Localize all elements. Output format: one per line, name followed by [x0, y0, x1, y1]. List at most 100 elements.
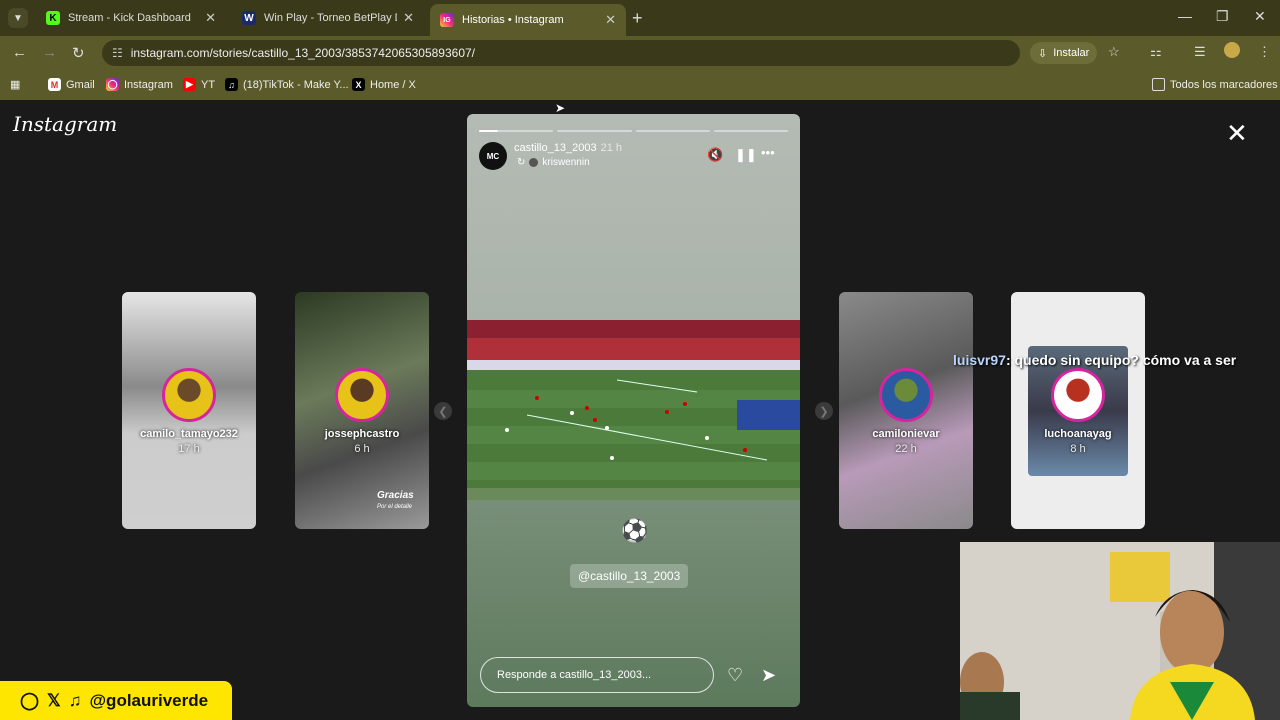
profile-avatar[interactable] [1224, 42, 1240, 58]
mention-sticker[interactable]: @castillo_13_2003 [570, 564, 689, 588]
story-preview[interactable]: camilo_tamayo232 17 h [122, 292, 256, 529]
folder-icon [1152, 78, 1165, 91]
mouse-cursor-icon: ➤ [555, 101, 566, 115]
story-preview[interactable]: luchoanayag 8 h [1011, 292, 1145, 529]
story-preview[interactable]: camilonievar 22 h [839, 292, 973, 529]
tab-title: Historias • Instagram [462, 14, 564, 26]
winplay-icon: W [242, 11, 256, 25]
minimize-icon[interactable]: — [1178, 8, 1192, 24]
close-icon[interactable]: ✕ [1226, 118, 1248, 149]
instagram-icon: ◯ [106, 78, 119, 91]
install-button[interactable]: ⇩ Instalar [1030, 42, 1098, 64]
webcam-image [960, 542, 1280, 720]
media-control-icon[interactable]: ☰ [1194, 44, 1206, 60]
bookmark-x[interactable]: X Home / X [352, 78, 416, 91]
story-username: luchoanayag [1044, 428, 1112, 440]
bookmark-label: Home / X [370, 78, 416, 91]
reload-icon[interactable]: ↻ [72, 44, 85, 62]
pause-icon[interactable]: ❚❚ [735, 147, 757, 163]
avatar[interactable]: MC [479, 142, 507, 170]
reply-input[interactable]: Responde a castillo_13_2003... [480, 657, 714, 693]
share-icon[interactable]: ➤ [761, 665, 776, 686]
story-username: camilonievar [872, 428, 940, 440]
close-tab-icon[interactable]: ✕ [205, 10, 216, 26]
bookmark-yt[interactable]: ▶ YT [183, 78, 215, 91]
pitch-image [467, 320, 800, 500]
webcam-overlay [960, 542, 1280, 720]
mute-icon[interactable]: 🔇 [707, 147, 723, 163]
story-preview[interactable]: jossephcastro 6 h Gracias Por el detalle [295, 292, 429, 529]
story-progress [479, 130, 788, 132]
instagram-icon: IG [440, 13, 454, 27]
tiktok-icon: ♫ [68, 690, 82, 710]
avatar [335, 368, 389, 422]
chat-text: : quedo sin equipo? cómo va a ser [1005, 352, 1237, 368]
bookmark-label: (18)TikTok - Make Y... [243, 78, 349, 91]
tab-bar: ▼ K Stream - Kick Dashboard ✕ W Win Play… [0, 0, 1280, 36]
new-tab-button[interactable]: + [632, 8, 643, 29]
kick-icon: K [46, 11, 60, 25]
story-time: 22 h [895, 443, 917, 455]
avatar [162, 368, 216, 422]
address-bar[interactable]: ☷ instagram.com/stories/castillo_13_2003… [102, 40, 1020, 66]
progress-segment [713, 130, 788, 132]
chat-message: luisvr97: quedo sin equipo? cómo va a se… [953, 352, 1236, 368]
more-options-icon[interactable]: ••• [761, 145, 775, 160]
bookmark-gmail[interactable]: M Gmail [48, 78, 95, 91]
close-tab-icon[interactable]: ✕ [403, 10, 414, 26]
story-viewer[interactable]: MC castillo_13_2003 21 h ↻ kriswennin 🔇 ❚… [467, 114, 800, 707]
gmail-icon: M [48, 78, 61, 91]
social-handle: @golauriverde [89, 690, 209, 710]
bookmark-star-icon[interactable]: ☆ [1108, 44, 1120, 60]
story-username[interactable]: castillo_13_2003 [514, 142, 597, 154]
menu-icon[interactable]: ⋮ [1258, 44, 1271, 60]
url-text[interactable]: instagram.com/stories/castillo_13_2003/3… [131, 46, 475, 60]
tab-winplay[interactable]: W Win Play - Torneo BetPlay Dima ✕ [232, 4, 424, 32]
story-audio[interactable]: ↻ kriswennin [517, 157, 590, 168]
tab-title: Win Play - Torneo BetPlay Dima [264, 12, 397, 24]
youtube-icon: ▶ [183, 78, 196, 91]
story-time: 17 h [178, 443, 200, 455]
thanks-sticker-sub: Por el detalle [377, 504, 413, 510]
install-icon: ⇩ [1038, 47, 1048, 60]
bookmark-label: Instagram [124, 78, 173, 91]
audio-avatar [529, 158, 539, 167]
instagram-logo[interactable]: Instagram [13, 112, 117, 136]
bookmark-label: Gmail [66, 78, 95, 91]
forward-icon[interactable]: → [42, 44, 57, 61]
apps-icon[interactable]: ▦ [10, 78, 20, 91]
back-icon[interactable]: ← [12, 44, 27, 61]
close-window-icon[interactable]: ✕ [1254, 8, 1266, 25]
story-username: jossephcastro [324, 428, 400, 440]
previous-story-button[interactable]: ❮ [434, 402, 452, 420]
progress-segment [557, 130, 632, 132]
tab-instagram[interactable]: IG Historias • Instagram ✕ [430, 4, 626, 36]
bookmark-tiktok[interactable]: ♫ (18)TikTok - Make Y... [225, 78, 349, 91]
all-bookmarks[interactable]: Todos los marcadores [1152, 78, 1278, 91]
avatar [1051, 368, 1105, 422]
social-banner: ◯ 𝕏 ♫ @golauriverde [0, 681, 232, 720]
site-info-icon[interactable]: ☷ [112, 46, 123, 60]
story-header: castillo_13_2003 21 h [514, 142, 622, 154]
progress-segment [479, 130, 554, 132]
story-time: 21 h [600, 142, 622, 154]
next-story-button[interactable]: ❯ [815, 402, 833, 420]
instagram-icon: ◯ [20, 690, 40, 710]
tab-kick[interactable]: K Stream - Kick Dashboard ✕ [36, 4, 226, 32]
story-time: 8 h [1070, 443, 1086, 455]
extensions-icon[interactable]: ⚏ [1150, 44, 1162, 60]
bookmark-label: YT [201, 78, 216, 91]
bookmark-label: Todos los marcadores [1170, 78, 1278, 91]
thanks-sticker: Gracias [377, 490, 414, 501]
bookmark-instagram[interactable]: ◯ Instagram [106, 78, 173, 91]
restore-icon[interactable]: ❐ [1216, 8, 1229, 25]
x-icon: 𝕏 [47, 690, 61, 710]
progress-segment [635, 130, 710, 132]
close-tab-icon[interactable]: ✕ [605, 12, 616, 28]
football-video[interactable] [467, 320, 800, 500]
like-icon[interactable]: ♡ [727, 665, 743, 686]
tab-search-button[interactable]: ▼ [8, 8, 28, 28]
bookmarks-bar: ▦ M Gmail ◯ Instagram ▶ YT ♫ (18)TikTok … [0, 70, 1280, 100]
story-username: camilo_tamayo232 [140, 428, 238, 440]
tiktok-icon: ♫ [225, 78, 238, 91]
